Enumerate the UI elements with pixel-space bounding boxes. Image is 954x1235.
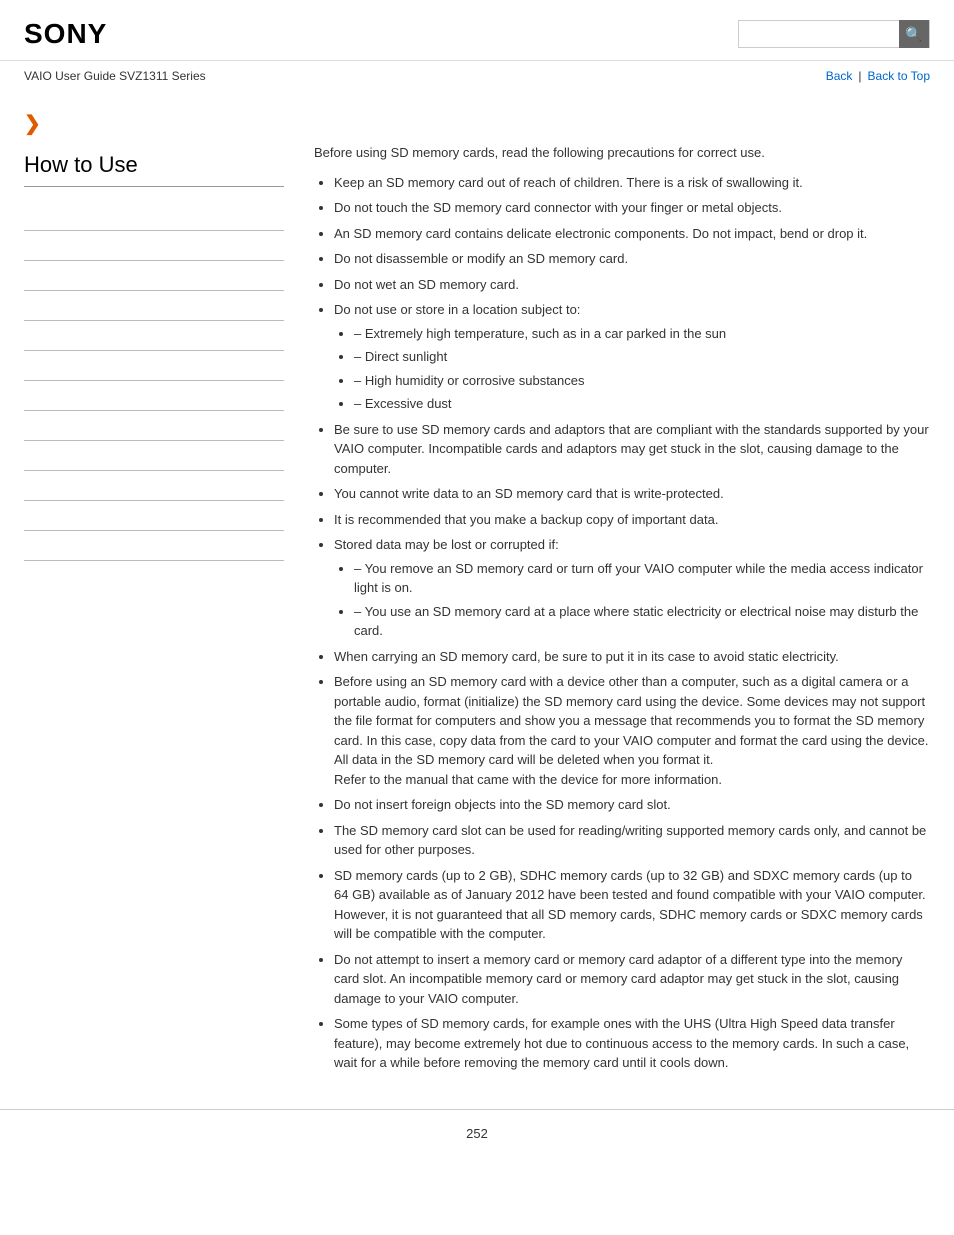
list-item: SD memory cards (up to 2 GB), SDHC memor…: [334, 866, 930, 944]
intro-text: Before using SD memory cards, read the f…: [314, 143, 930, 163]
nav-bar: VAIO User Guide SVZ1311 Series Back | Ba…: [0, 61, 954, 91]
sidebar-item-9[interactable]: [24, 441, 284, 471]
nav-links: Back | Back to Top: [826, 69, 930, 83]
list-item: Do not touch the SD memory card connecto…: [334, 198, 930, 218]
sub-list: You remove an SD memory card or turn off…: [354, 559, 930, 641]
page-number: 252: [466, 1126, 488, 1141]
list-item: Do not attempt to insert a memory card o…: [334, 950, 930, 1009]
chevron-icon: ❯: [24, 111, 284, 136]
list-item: You cannot write data to an SD memory ca…: [334, 484, 930, 504]
page-footer: 252: [0, 1109, 954, 1157]
list-item: Do not insert foreign objects into the S…: [334, 795, 930, 815]
list-item: The SD memory card slot can be used for …: [334, 821, 930, 860]
sidebar-item-2[interactable]: [24, 231, 284, 261]
search-input[interactable]: [739, 21, 899, 47]
sidebar-item-8[interactable]: [24, 411, 284, 441]
sidebar-item-5[interactable]: [24, 321, 284, 351]
list-item: It is recommended that you make a backup…: [334, 510, 930, 530]
sidebar-title: How to Use: [24, 152, 284, 187]
sub-list-item: Direct sunlight: [354, 347, 930, 367]
sidebar-item-1[interactable]: [24, 201, 284, 231]
breadcrumb: VAIO User Guide SVZ1311 Series: [24, 69, 206, 83]
sub-list-item: You remove an SD memory card or turn off…: [354, 559, 930, 598]
list-item: Before using an SD memory card with a de…: [334, 672, 930, 789]
sub-list-item: Excessive dust: [354, 394, 930, 414]
list-item: Do not use or store in a location subjec…: [334, 300, 930, 414]
search-box: 🔍: [738, 20, 930, 48]
list-item: Do not wet an SD memory card.: [334, 275, 930, 295]
sub-list: Extremely high temperature, such as in a…: [354, 324, 930, 414]
search-button[interactable]: 🔍: [899, 20, 929, 48]
search-icon: 🔍: [905, 26, 922, 43]
sidebar-item-4[interactable]: [24, 291, 284, 321]
sidebar-item-7[interactable]: [24, 381, 284, 411]
back-to-top-link[interactable]: Back to Top: [868, 69, 930, 83]
list-item: Keep an SD memory card out of reach of c…: [334, 173, 930, 193]
sidebar-item-10[interactable]: [24, 471, 284, 501]
sidebar-item-12[interactable]: [24, 531, 284, 561]
sidebar-item-6[interactable]: [24, 351, 284, 381]
back-link[interactable]: Back: [826, 69, 853, 83]
sub-list-item: Extremely high temperature, such as in a…: [354, 324, 930, 344]
list-item: Some types of SD memory cards, for examp…: [334, 1014, 930, 1073]
sidebar: ❯ How to Use: [24, 91, 304, 1079]
list-item: Do not disassemble or modify an SD memor…: [334, 249, 930, 269]
list-item: Be sure to use SD memory cards and adapt…: [334, 420, 930, 479]
main-content: Before using SD memory cards, read the f…: [304, 91, 930, 1079]
sub-list-item: High humidity or corrosive substances: [354, 371, 930, 391]
list-item: When carrying an SD memory card, be sure…: [334, 647, 930, 667]
nav-separator: |: [858, 69, 861, 83]
list-item: Stored data may be lost or corrupted if:…: [334, 535, 930, 641]
content-area: ❯ How to Use Before using SD memory card…: [0, 91, 954, 1079]
sub-list-item: You use an SD memory card at a place whe…: [354, 602, 930, 641]
sidebar-item-11[interactable]: [24, 501, 284, 531]
list-item: An SD memory card contains delicate elec…: [334, 224, 930, 244]
sidebar-item-3[interactable]: [24, 261, 284, 291]
sony-logo: SONY: [24, 18, 107, 50]
page-header: SONY 🔍: [0, 0, 954, 61]
precautions-list: Keep an SD memory card out of reach of c…: [334, 173, 930, 1073]
